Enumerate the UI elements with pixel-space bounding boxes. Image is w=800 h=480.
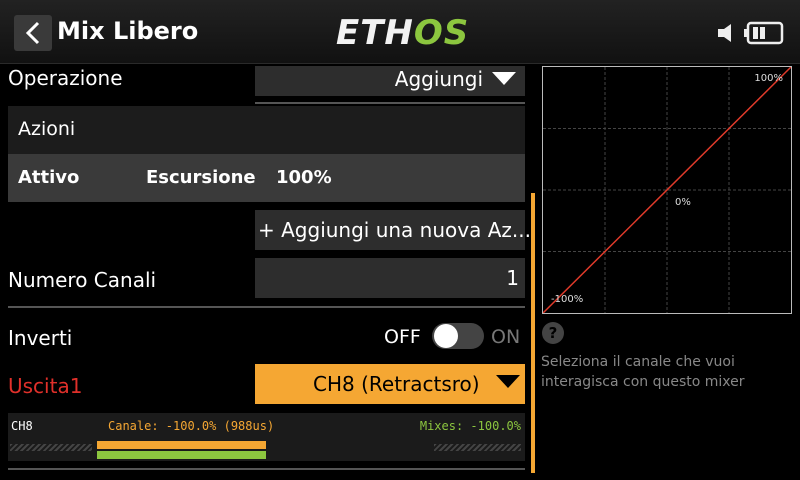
numero-canali-field[interactable]: 1 [255,258,525,298]
operazione-dropdown[interactable]: Aggiungi [255,66,525,96]
operazione-label: Operazione [8,66,123,90]
azioni-label: Azioni [18,118,76,140]
divider [8,468,525,470]
mixes-bar [97,451,266,459]
azioni-header: Azioni [8,106,525,154]
toggle-off-label: OFF [384,326,421,348]
graph-label-max: 100% [754,73,783,84]
bar-hatch-right [434,444,521,451]
header-bar: Mix Libero ETHOS [0,0,800,64]
dropdown-arrow-icon [492,72,516,85]
inverti-label: Inverti [8,326,73,350]
attivo-label: Attivo [18,167,80,188]
operazione-value: Aggiungi [394,67,483,91]
divider [255,102,525,104]
inverti-toggle[interactable] [432,323,484,349]
escursione-value: 100% [276,167,332,188]
curve-graph: 100% 0% -100% [542,66,792,314]
canale-bar [97,441,266,449]
toggle-on-label: ON [491,326,521,348]
page-title: Mix Libero [57,17,199,45]
battery-icon [744,21,784,45]
ethos-logo: ETHOS [336,13,470,53]
uscita-dropdown[interactable]: CH8 (Retractsro) [255,364,525,404]
speaker-icon[interactable] [716,22,738,44]
numero-canali-value: 1 [506,266,519,290]
numero-canali-label: Numero Canali [8,268,157,292]
uscita-value: CH8 (Retractsro) [313,372,480,396]
back-button[interactable] [14,15,52,51]
escursione-label: Escursione [146,167,256,188]
divider [8,306,525,308]
channel-monitor: CH8 Canale: -100.0% (988us) Mixes: -100.… [8,413,525,461]
graph-label-mid: 0% [675,197,691,208]
action-row[interactable]: Attivo Escursione 100% [8,154,525,202]
dropdown-arrow-icon [496,375,520,388]
channel-name: CH8 [11,419,33,433]
back-chevron-icon [25,21,40,45]
question-icon[interactable]: ? [542,322,564,344]
uscita-label: Uscita1 [8,374,83,398]
add-action-button[interactable]: + Aggiungi una nuova Az... [255,210,531,250]
mixes-readout: Mixes: -100.0% [419,419,521,433]
curve-svg [543,67,791,313]
scrollbar[interactable] [531,193,535,473]
bar-hatch-left [10,444,92,451]
graph-label-min: -100% [551,294,584,305]
toggle-knob [434,324,458,348]
help-text: Seleziona il canale che vuoi interagisca… [541,354,745,390]
canale-readout: Canale: -100.0% (988us) [108,419,275,433]
